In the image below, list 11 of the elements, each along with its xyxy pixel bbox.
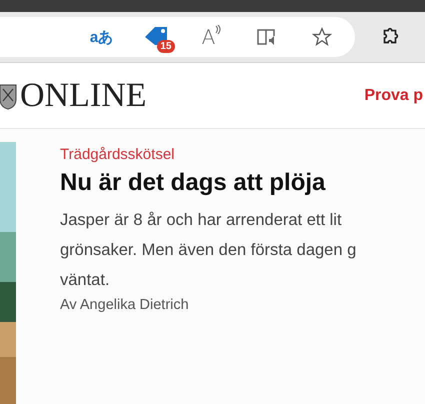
article-summary: Jasper är 8 år och har arrenderat ett lit grönsaker. Men även den första dagen g väntat. bbox=[60, 210, 356, 291]
site-logo[interactable]: ONLINE bbox=[20, 76, 147, 114]
article-headline[interactable]: Nu är det dags att plöja bbox=[60, 169, 356, 197]
translate-icon[interactable]: aあ bbox=[90, 28, 114, 46]
category-label[interactable]: Trädgårdsskötsel bbox=[60, 146, 356, 163]
address-bar[interactable]: aあ 15 A bbox=[0, 17, 355, 57]
byline: Av Angelika Dietrich bbox=[60, 297, 190, 313]
star-icon[interactable] bbox=[312, 27, 332, 47]
subscribe-link[interactable]: Prova p bbox=[364, 86, 423, 104]
count-badge: 15 bbox=[157, 40, 174, 53]
reader-view-icon[interactable] bbox=[256, 27, 278, 47]
